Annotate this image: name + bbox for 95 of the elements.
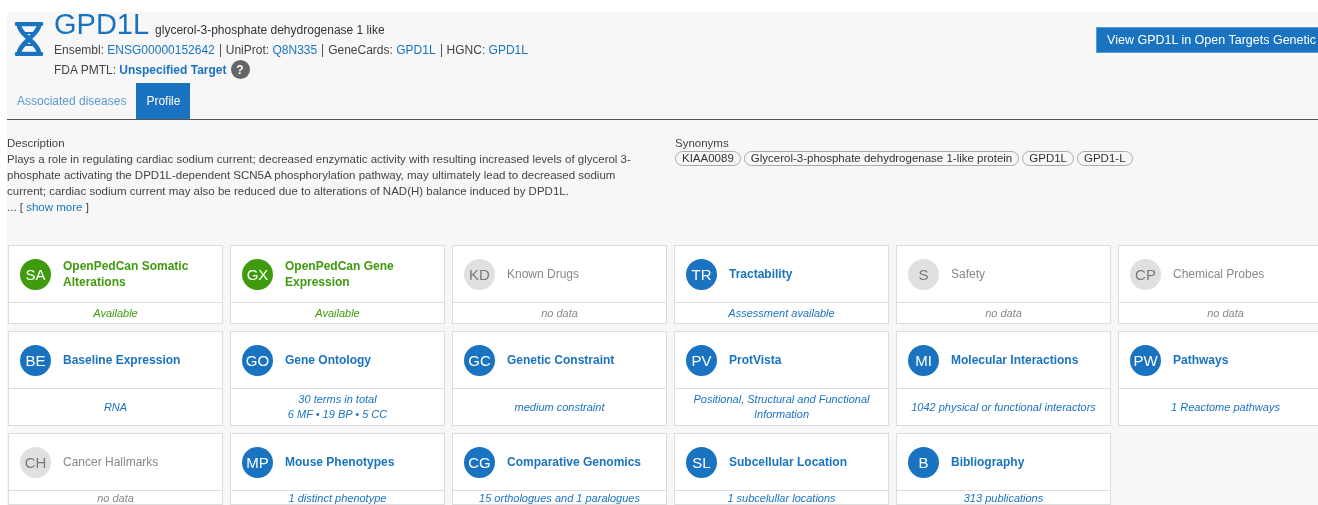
section-title: Known Drugs [507, 266, 581, 282]
section-summary: 30 terms in total 6 MF • 19 BP • 5 CC [286, 392, 389, 422]
tab[interactable]: Profile [136, 83, 191, 119]
avatar-badge: B [908, 446, 939, 478]
avatar-badge: KD [464, 258, 495, 290]
avatar-badge: S [908, 258, 939, 290]
avatar-badge: SL [686, 446, 717, 478]
section-summary: no data [540, 305, 579, 321]
avatar-badge: CP [1130, 258, 1161, 290]
avatar-badge: MI [908, 344, 939, 376]
tab[interactable]: Associated diseases [7, 83, 137, 119]
section-card[interactable]: KD Known Drugs no data [452, 245, 667, 324]
section-card[interactable]: GC Genetic Constraint medium constraint [452, 331, 667, 426]
avatar-badge: GO [242, 344, 273, 376]
fda-label: FDA PMTL: [54, 62, 116, 77]
avatar-badge: TR [686, 258, 717, 290]
fda-link[interactable]: Unspecified Target [119, 62, 227, 77]
section-title: Genetic Constraint [507, 352, 616, 368]
avatar-badge: GC [464, 344, 495, 376]
section-card[interactable]: GO Gene Ontology 30 terms in total 6 MF • 19 BP • 5 CC [230, 331, 445, 426]
avatar-badge: PV [686, 344, 717, 376]
id-link[interactable]: Q8N335 [272, 43, 318, 57]
section-summary: 1 distinct phenotype [287, 491, 388, 505]
section-card[interactable]: CG Comparative Genomics 15 orthologues and 1 paralogues [452, 433, 667, 505]
ellipsis-text: ... [ [7, 201, 23, 213]
section-title: ProtVista [729, 352, 783, 368]
section-summary: medium constraint [513, 399, 606, 415]
avatar-badge: BE [20, 344, 51, 376]
section-card[interactable]: B Bibliography 313 publications [896, 433, 1111, 505]
avatar-badge: SA [20, 258, 51, 290]
section-heading: Description [7, 136, 66, 151]
section-summary: RNA [102, 399, 129, 415]
section-title: Molecular Interactions [951, 352, 1080, 368]
avatar-badge: MP [242, 446, 273, 478]
section-card[interactable]: BE Baseline Expression RNA [8, 331, 223, 426]
section-title: Cancer Hallmarks [63, 454, 160, 470]
section-card[interactable]: GX OpenPedCan Gene Expression Available [230, 245, 445, 324]
section-card[interactable]: SL Subcellular Location 1 subcelullar locations [674, 433, 889, 505]
section-title: Chemical Probes [1173, 266, 1266, 282]
section-title: Tractability [729, 266, 794, 282]
id-label: GeneCards: [328, 43, 394, 57]
section-card[interactable]: PV ProtVista Positional, Structural and Functional Information [674, 331, 889, 426]
section-card[interactable]: TR Tractability Assessment available [674, 245, 889, 324]
id-label: UniProt: [225, 43, 271, 57]
section-title: Bibliography [951, 454, 1026, 470]
section-title: Safety [951, 266, 987, 282]
section-title: Mouse Phenotypes [285, 454, 396, 470]
section-summary: 1042 physical or functional interactors [910, 399, 1097, 415]
avatar-badge: PW [1130, 344, 1161, 376]
section-card[interactable]: SA OpenPedCan Somatic Alterations Available [8, 245, 223, 324]
bracket-text: ] [85, 201, 89, 213]
id-link[interactable]: GPD1L [396, 43, 436, 57]
section-title: Pathways [1173, 352, 1230, 368]
gene-symbol: GPD1L [54, 12, 150, 41]
section-card[interactable]: CP Chemical Probes no data [1118, 245, 1318, 324]
section-summary: 1 Reactome pathways [1170, 399, 1281, 415]
section-card[interactable]: PW Pathways 1 Reactome pathways [1118, 331, 1318, 426]
help-icon[interactable]: ? [230, 60, 250, 79]
section-summary: Assessment available [727, 305, 836, 321]
section-summary: no data [96, 491, 135, 505]
section-title: Gene Ontology [285, 352, 372, 368]
id-label: Ensembl: [54, 43, 106, 57]
id-link[interactable]: GPD1L [488, 43, 528, 57]
show-more-link[interactable]: show more [26, 201, 83, 213]
id-link[interactable]: ENSG00000152642 [107, 43, 215, 57]
section-card[interactable]: CH Cancer Hallmarks no data [8, 433, 223, 505]
section-summary: 15 orthologues and 1 paralogues [478, 491, 641, 505]
synonym-chip: Glycerol-3-phosphate dehydrogenase 1-like protein [743, 151, 1020, 166]
section-summary: no data [984, 305, 1023, 321]
description-text: Plays a role in regulating cardiac sodium current; decreased enzymatic activity with resulting increased levels of glycerol 3-phosphate activating the DPD1L-dependent SCN5A phosphorylation pathway, may ultimately lead to decreased sodium current; cardiac sodium current may also be reduced due to alterations of NAD(H) balance induced by DPD1L. [7, 152, 632, 199]
avatar-badge: CG [464, 446, 495, 478]
section-summary: Available [92, 305, 139, 321]
gene-name: glycerol-3-phosphate dehydrogenase 1 like [155, 23, 385, 37]
avatar-badge: CH [20, 446, 51, 478]
genetics-button[interactable]: View GPD1L in Open Targets Genetic [1096, 27, 1318, 53]
section-title: Comparative Genomics [507, 454, 643, 470]
section-heading: Synonyms [675, 136, 730, 151]
section-title: OpenPedCan Gene Expression [285, 258, 395, 290]
section-card[interactable]: MP Mouse Phenotypes 1 distinct phenotype [230, 433, 445, 505]
section-summary: 313 publications [962, 491, 1045, 505]
section-card[interactable]: S Safety no data [896, 245, 1111, 324]
id-label: HGNC: [446, 43, 487, 57]
section-card[interactable]: MI Molecular Interactions 1042 physical or functional interactors [896, 331, 1111, 426]
section-summary: Positional, Structural and Functional Information [692, 392, 871, 422]
synonym-chip: GPD1L [1022, 151, 1074, 166]
section-summary: Available [314, 305, 361, 321]
section-summary: 1 subcelullar locations [726, 491, 837, 505]
dna-icon [14, 22, 44, 56]
synonym-chip: GPD1-L [1077, 151, 1133, 166]
avatar-badge: GX [242, 258, 273, 290]
section-title: Subcellular Location [729, 454, 849, 470]
section-title: Baseline Expression [63, 352, 182, 368]
section-summary: no data [1206, 305, 1245, 321]
synonym-chip: KIAA0089 [675, 151, 741, 166]
section-title: OpenPedCan Somatic Alterations [63, 258, 190, 290]
